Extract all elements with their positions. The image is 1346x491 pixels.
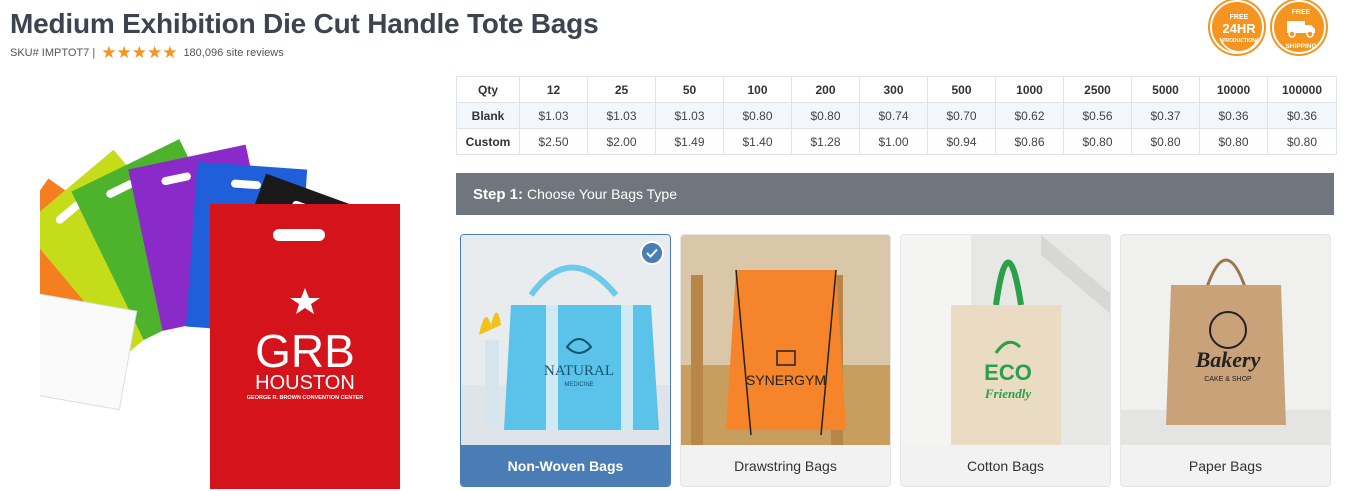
page-title: Medium Exhibition Die Cut Handle Tote Ba… [10,8,599,39]
24hr-production-badge: FREE 24HR PRODUCTION [1210,0,1264,54]
row-label: Blank [456,102,520,129]
qty-cell: 300 [859,76,928,103]
selected-check-icon [640,241,664,265]
qty-cell: 100000 [1267,76,1337,103]
bag-type-label: Paper Bags [1121,445,1330,486]
row-label: Custom [456,128,520,155]
price-cell: $2.50 [519,128,588,155]
step-text: Choose Your Bags Type [527,186,677,202]
bag-type-label: Non-Woven Bags [461,445,670,486]
sku-text: SKU# IMPTOT7 | [10,47,96,59]
qty-cell: 100 [723,76,792,103]
product-meta: SKU# IMPTOT7 | ★ ★ ★ ★ ★ 180,096 site re… [10,43,284,62]
price-cell: $0.37 [1131,102,1200,129]
price-cell: $1.03 [655,102,724,129]
price-cell: $0.80 [1199,128,1268,155]
svg-text:SHIPPING: SHIPPING [1285,43,1316,50]
svg-text:GEORGE R. BROWN CONVENTION CEN: GEORGE R. BROWN CONVENTION CENTER [247,395,363,401]
svg-text:FREE: FREE [1230,14,1249,21]
svg-text:NATURAL: NATURAL [544,363,614,379]
reviews-link[interactable]: 180,096 site reviews [183,47,283,59]
step-number: Step 1: [473,185,524,203]
svg-text:Friendly: Friendly [984,386,1031,401]
price-cell: $1.00 [859,128,928,155]
free-shipping-badge: FREE SHIPPING [1272,0,1326,54]
qty-cell: 25 [587,76,656,103]
qty-cell: 12 [519,76,588,103]
price-row-custom: Custom $2.50 $2.00 $1.49 $1.40 $1.28 $1.… [456,128,1337,155]
svg-text:MEDICINE: MEDICINE [564,382,593,388]
price-row-blank: Blank $1.03 $1.03 $1.03 $0.80 $0.80 $0.7… [456,102,1337,129]
price-cell: $0.74 [859,102,928,129]
svg-text:HOUSTON: HOUSTON [255,372,355,394]
star-icon: ★ [116,43,132,62]
paper-bag-image: Bakery CAKE & SHOP [1121,235,1330,445]
price-cell: $0.70 [927,102,996,129]
badges: FREE 24HR PRODUCTION FREE SHIPPING [1210,0,1326,54]
bag-type-paper[interactable]: Bakery CAKE & SHOP Paper Bags [1120,234,1331,487]
bag-type-non-woven[interactable]: NATURAL MEDICINE Non-Woven Bags [460,234,671,487]
svg-text:Bakery: Bakery [1195,347,1261,372]
star-icon: ★ [131,43,147,62]
price-cell: $2.00 [587,128,656,155]
product-image[interactable]: GRB HOUSTON GEORGE R. BROWN CONVENTION C… [0,82,410,491]
svg-text:24HR: 24HR [1222,21,1256,36]
qty-header: Qty [456,76,520,103]
price-cell: $0.56 [1063,102,1132,129]
price-cell: $1.40 [723,128,792,155]
price-table: Qty 12 25 50 100 200 300 500 1000 2500 5… [456,76,1337,155]
star-icon: ★ [162,43,178,62]
non-woven-bag-image: NATURAL MEDICINE [461,235,670,445]
star-icon: ★ [146,43,163,62]
qty-cell: 200 [791,76,860,103]
rating-stars[interactable]: ★ ★ ★ ★ ★ [101,43,178,62]
price-cell: $0.80 [1267,128,1337,155]
price-cell: $0.80 [1131,128,1200,155]
price-cell: $0.36 [1267,102,1337,129]
price-cell: $0.80 [723,102,792,129]
price-cell: $0.86 [995,128,1064,155]
price-cell: $1.03 [519,102,588,129]
qty-cell: 500 [927,76,996,103]
drawstring-bag-image: SYNERGYM [681,235,890,445]
truck-icon: FREE SHIPPING [1285,9,1316,50]
star-icon: ★ [101,43,117,62]
qty-cell: 2500 [1063,76,1132,103]
price-cell: $0.80 [791,102,860,129]
price-cell: $0.36 [1199,102,1268,129]
bag-type-drawstring[interactable]: SYNERGYM Drawstring Bags [680,234,891,487]
price-cell: $0.94 [927,128,996,155]
price-cell: $1.03 [587,102,656,129]
qty-cell: 10000 [1199,76,1268,103]
svg-text:FREE: FREE [1292,9,1311,16]
bag-type-label: Drawstring Bags [681,445,890,486]
price-cell: $1.28 [791,128,860,155]
price-cell: $1.49 [655,128,724,155]
cotton-bag-image: ECO Friendly [901,235,1110,445]
price-cell: $0.80 [1063,128,1132,155]
bag-type-cotton[interactable]: ECO Friendly Cotton Bags [900,234,1111,487]
bag-type-options: NATURAL MEDICINE Non-Woven Bags SYNERGYM [460,234,1331,487]
svg-text:SYNERGYM: SYNERGYM [746,372,826,388]
qty-cell: 5000 [1131,76,1200,103]
bag-type-label: Cotton Bags [901,445,1110,486]
24hr-production-icon: FREE 24HR PRODUCTION [1219,14,1259,52]
price-table-header: Qty 12 25 50 100 200 300 500 1000 2500 5… [456,76,1337,103]
svg-text:PRODUCTION: PRODUCTION [1222,38,1256,44]
hero-logo-text: GRB [255,325,355,377]
svg-text:CAKE & SHOP: CAKE & SHOP [1204,376,1252,383]
qty-cell: 50 [655,76,724,103]
step-1-header: Step 1: Choose Your Bags Type [456,173,1334,215]
price-cell: $0.62 [995,102,1064,129]
svg-text:ECO: ECO [984,360,1032,385]
qty-cell: 1000 [995,76,1064,103]
